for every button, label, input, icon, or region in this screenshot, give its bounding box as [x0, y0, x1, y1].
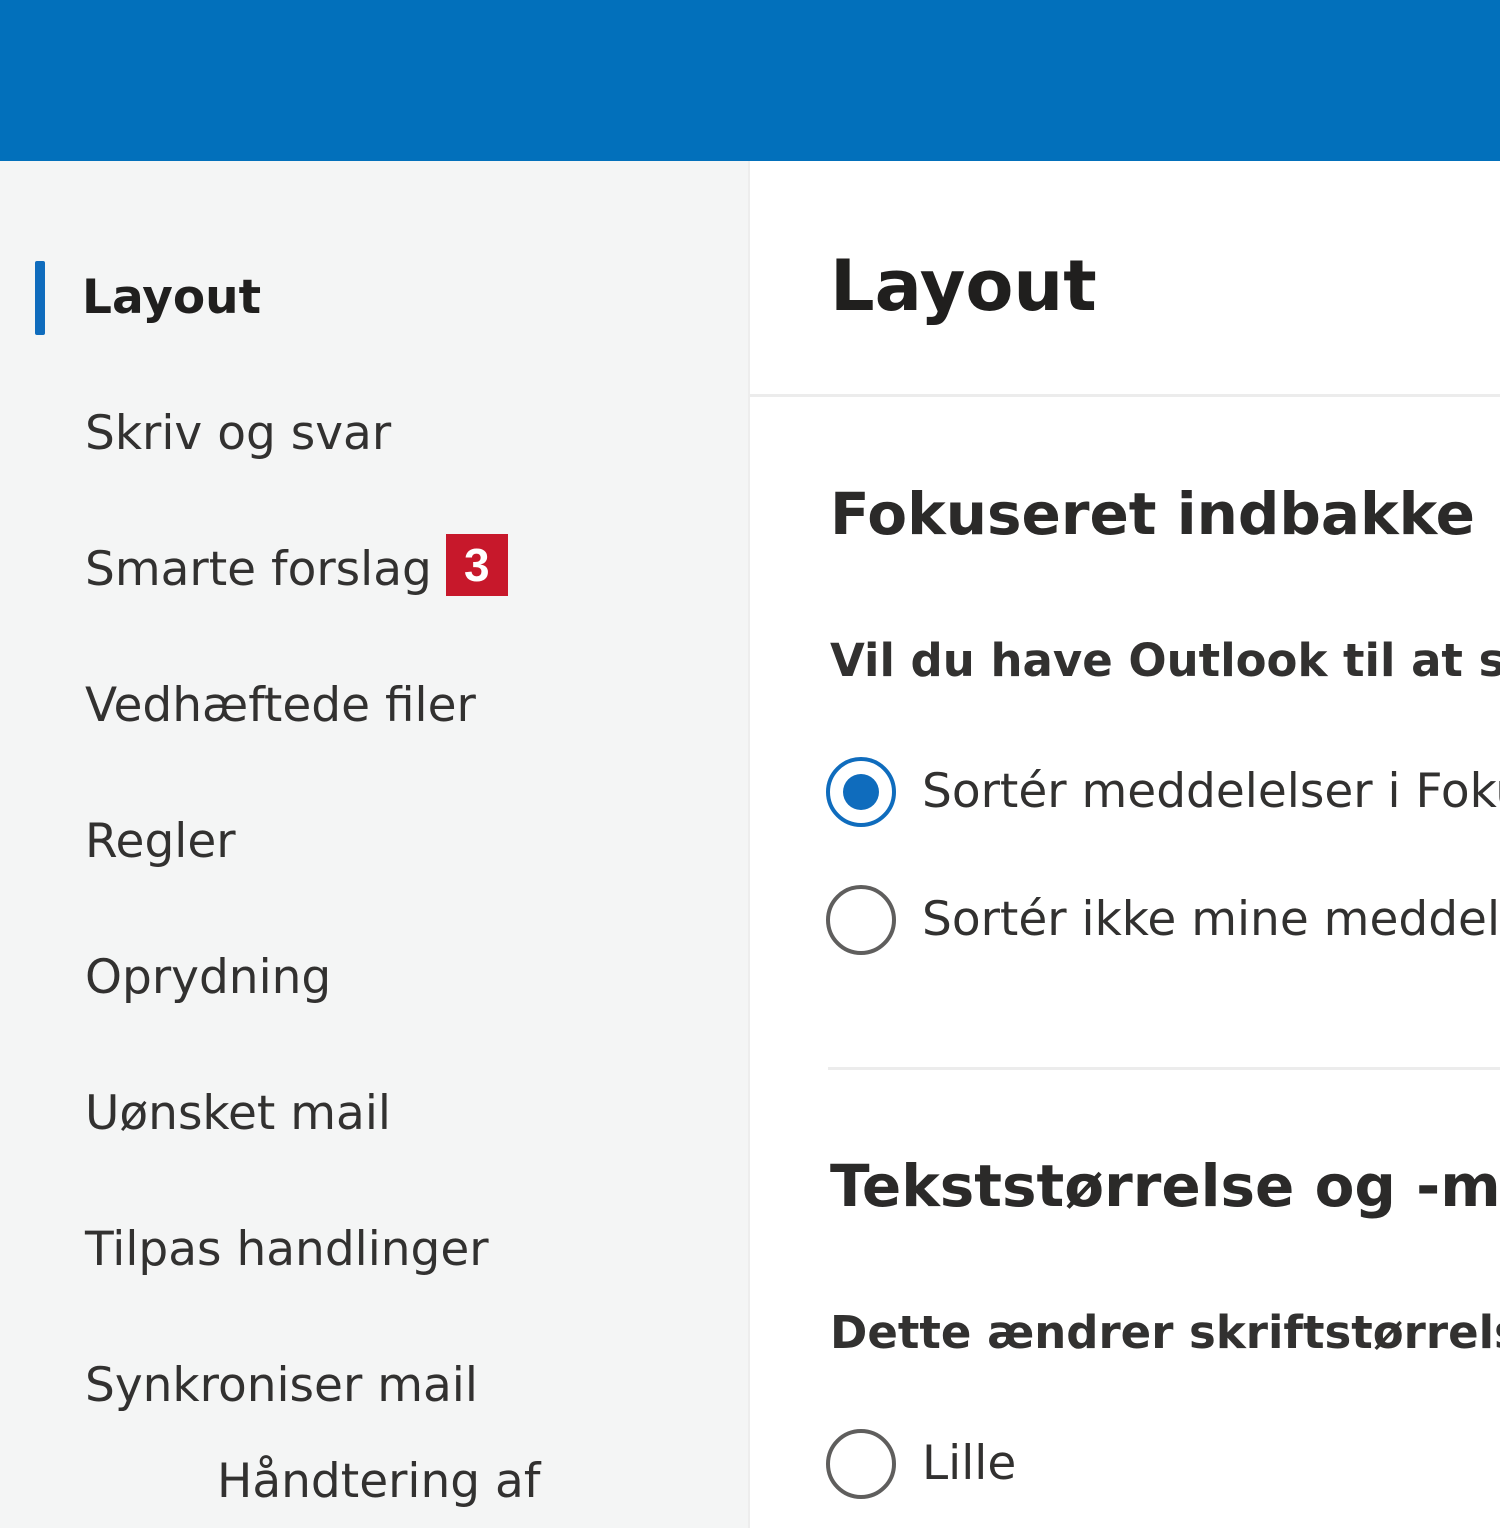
sidebar-item-handtering-af[interactable]: Håndtering af	[217, 1452, 540, 1512]
sidebar-item-smarte-forslag[interactable]: Smarte forslag 3	[85, 534, 508, 600]
radio-label: Lille	[922, 1436, 1017, 1491]
settings-sidebar: Layout Skriv og svar Smarte forslag 3 Ved…	[0, 161, 750, 1528]
sidebar-item-label: Tilpas handlinger	[85, 1222, 489, 1277]
sidebar-item-label: Layout	[82, 270, 262, 325]
sidebar-item-label: Synkroniser mail	[85, 1358, 478, 1413]
sidebar-item-label: Smarte forslag	[85, 542, 432, 597]
sidebar-item-label: Håndtering af	[217, 1454, 541, 1509]
selected-indicator	[35, 261, 45, 335]
sidebar-item-tilpas-handlinger[interactable]: Tilpas handlinger	[85, 1220, 489, 1280]
sidebar-item-oprydning[interactable]: Oprydning	[85, 948, 331, 1008]
sidebar-item-skriv-og-svar[interactable]: Skriv og svar	[85, 404, 391, 464]
radio-label: Sortér ikke mine meddele	[922, 892, 1500, 947]
sidebar-item-uonsket-mail[interactable]: Uønsket mail	[85, 1084, 391, 1144]
radio-sort-focused[interactable]: Sortér meddelelser i Foku	[826, 757, 1500, 827]
callout-number-badge: 3	[445, 534, 508, 596]
section-divider	[828, 1067, 1500, 1070]
sidebar-item-label: Oprydning	[85, 950, 332, 1005]
settings-content: Layout Fokuseret indbakke Vil du have Ou…	[750, 161, 1500, 1528]
sidebar-item-label: Regler	[85, 814, 236, 869]
radio-unselected-icon[interactable]	[826, 1429, 896, 1499]
sidebar-item-label: Skriv og svar	[85, 406, 392, 461]
text-size-description: Dette ændrer skriftstørrelser	[830, 1306, 1500, 1359]
radio-unselected-icon[interactable]	[826, 885, 896, 955]
top-bar	[0, 0, 1500, 161]
sidebar-item-regler[interactable]: Regler	[85, 812, 236, 872]
sidebar-item-label: Uønsket mail	[85, 1086, 391, 1141]
radio-selected-icon[interactable]	[826, 757, 896, 827]
radio-dont-sort[interactable]: Sortér ikke mine meddele	[826, 885, 1500, 955]
focused-inbox-title: Fokuseret indbakke	[830, 480, 1475, 548]
radio-label: Sortér meddelelser i Foku	[922, 764, 1500, 819]
sidebar-item-label: Vedhæftede filer	[85, 678, 476, 733]
radio-size-small[interactable]: Lille	[826, 1429, 1016, 1499]
sidebar-item-vedhaeftede-filer[interactable]: Vedhæftede filer	[85, 676, 476, 736]
focused-inbox-question: Vil du have Outlook til at sor	[830, 634, 1500, 687]
header-divider	[750, 394, 1500, 397]
page-title: Layout	[830, 245, 1097, 327]
text-size-title: Tekststørrelse og -melle	[830, 1152, 1500, 1220]
sidebar-item-synkroniser-mail[interactable]: Synkroniser mail	[85, 1356, 478, 1416]
sidebar-item-layout[interactable]: Layout	[82, 268, 261, 328]
